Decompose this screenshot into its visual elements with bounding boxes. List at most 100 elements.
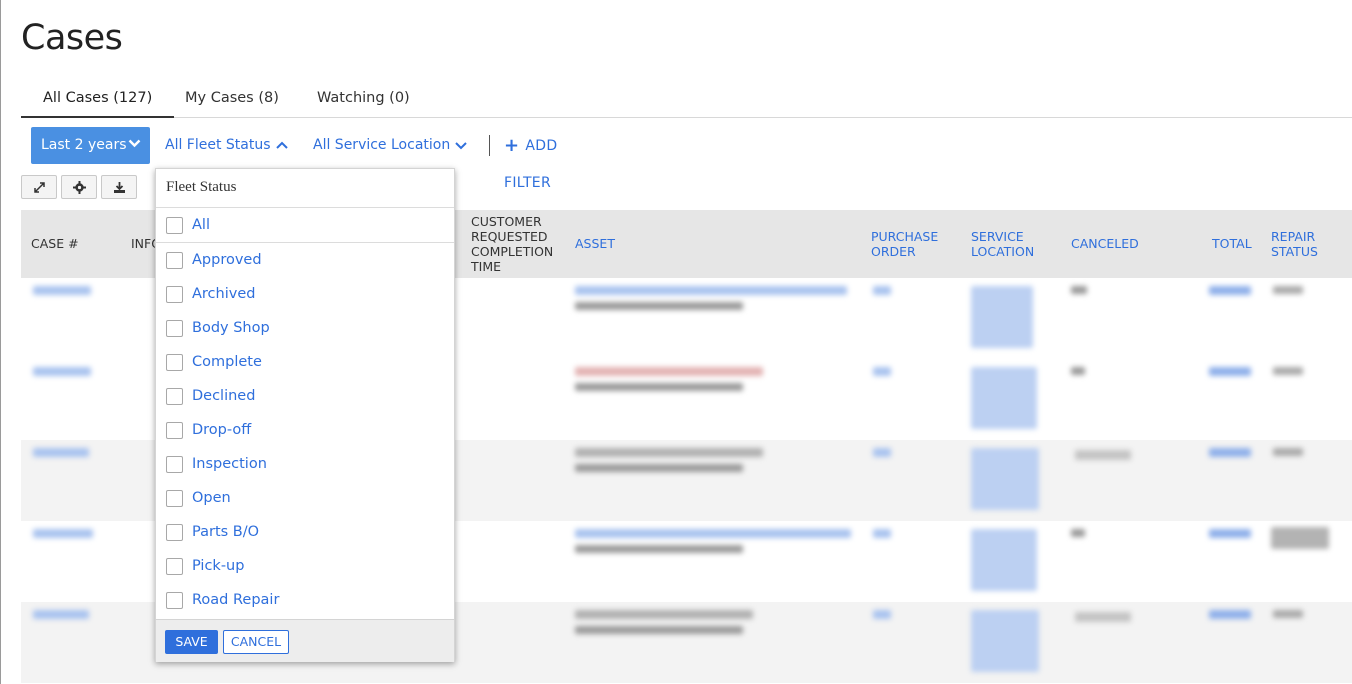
repair-status-value: [1273, 610, 1303, 618]
fleet-status-option[interactable]: Open: [166, 488, 436, 510]
option-label: All: [192, 217, 210, 233]
total-value: [1209, 286, 1251, 295]
checkbox[interactable]: [166, 217, 183, 234]
checkbox[interactable]: [166, 524, 183, 541]
column-header-repair-status[interactable]: REPAIR STATUS: [1271, 229, 1341, 259]
checkbox[interactable]: [166, 320, 183, 337]
option-label: Open: [192, 490, 231, 506]
fleet-status-option[interactable]: Body Shop: [166, 318, 436, 340]
column-header-customer-requested-completion-time[interactable]: CUSTOMER REQUESTED COMPLETION TIME: [471, 214, 561, 274]
checkbox[interactable]: [166, 422, 183, 439]
case-number-link[interactable]: [33, 529, 93, 538]
canceled-value: [1071, 529, 1085, 537]
add-filter-button[interactable]: + ADD FILTER: [504, 127, 557, 191]
dropdown-divider: [156, 242, 454, 243]
tab-watching[interactable]: Watching (0): [295, 84, 432, 118]
service-location-link[interactable]: [971, 286, 1033, 348]
fleet-status-option[interactable]: Archived: [166, 284, 436, 306]
purchase-order-link[interactable]: [873, 448, 891, 457]
save-button[interactable]: SAVE: [165, 630, 218, 654]
column-header-purchase-order[interactable]: PURCHASE ORDER: [871, 229, 951, 259]
expand-button[interactable]: [21, 175, 57, 199]
checkbox[interactable]: [166, 354, 183, 371]
repair-status-value: [1273, 367, 1303, 375]
asset-link[interactable]: [575, 529, 851, 538]
asset-link[interactable]: [575, 448, 763, 457]
service-location-link[interactable]: [971, 448, 1039, 510]
repair-status-value: [1271, 527, 1329, 549]
tab-all-cases[interactable]: All Cases (127): [21, 84, 175, 118]
service-location-link[interactable]: [971, 367, 1037, 429]
asset-detail: [575, 626, 743, 634]
fleet-status-option[interactable]: Parts B/O: [166, 522, 436, 544]
checkbox[interactable]: [166, 252, 183, 269]
expand-icon: [34, 182, 45, 193]
column-header-service-location[interactable]: SERVICE LOCATION: [971, 229, 1051, 259]
checkbox[interactable]: [166, 558, 183, 575]
case-number-link[interactable]: [33, 367, 91, 376]
total-value: [1209, 610, 1251, 619]
case-tabs: All Cases (127) My Cases (8) Watching (0…: [21, 84, 1352, 118]
fleet-status-filter[interactable]: All Fleet Status: [165, 127, 295, 164]
chevron-down-icon: [128, 139, 141, 148]
column-header-asset[interactable]: ASSET: [575, 236, 615, 251]
column-header-canceled[interactable]: CANCELED: [1071, 236, 1139, 251]
checkbox[interactable]: [166, 456, 183, 473]
canceled-value: [1075, 450, 1131, 460]
fleet-status-option[interactable]: Declined: [166, 386, 436, 408]
download-button[interactable]: [101, 175, 137, 199]
option-label: Body Shop: [192, 320, 270, 336]
case-number-link[interactable]: [33, 610, 89, 619]
dropdown-title: Fleet Status: [166, 179, 237, 195]
canceled-value: [1075, 612, 1131, 622]
fleet-status-option[interactable]: Inspection: [166, 454, 436, 476]
fleet-status-option[interactable]: Road Repair: [166, 590, 436, 612]
fleet-status-option[interactable]: Approved: [166, 250, 436, 272]
page-title: Cases: [21, 18, 123, 58]
fleet-status-option-all[interactable]: All: [166, 215, 436, 237]
gear-icon: [73, 181, 86, 194]
option-label: Pick-up: [192, 558, 245, 574]
checkbox[interactable]: [166, 286, 183, 303]
column-header-total[interactable]: TOTAL: [1212, 236, 1252, 251]
service-location-link[interactable]: [971, 529, 1037, 591]
service-location-filter-label: All Service Location: [313, 137, 451, 153]
settings-button[interactable]: [61, 175, 97, 199]
checkbox[interactable]: [166, 592, 183, 609]
option-label: Declined: [192, 388, 256, 404]
purchase-order-link[interactable]: [873, 367, 891, 376]
case-number-link[interactable]: [33, 286, 91, 295]
fleet-status-option[interactable]: Drop-off: [166, 420, 436, 442]
chevron-up-icon: [276, 141, 288, 149]
cancel-button[interactable]: CANCEL: [223, 630, 289, 654]
purchase-order-link[interactable]: [873, 286, 891, 295]
asset-link[interactable]: [575, 610, 753, 619]
total-value: [1209, 448, 1251, 457]
fleet-status-option[interactable]: Complete: [166, 352, 436, 374]
asset-link[interactable]: [575, 367, 763, 376]
option-label: Archived: [192, 286, 256, 302]
chevron-down-icon: [455, 142, 467, 150]
dropdown-footer: SAVE CANCEL: [156, 619, 454, 662]
option-label: Drop-off: [192, 422, 252, 438]
asset-detail: [575, 545, 743, 553]
asset-detail: [575, 302, 743, 310]
case-number-link[interactable]: [33, 448, 89, 457]
purchase-order-link[interactable]: [873, 610, 891, 619]
filter-divider: [489, 135, 490, 156]
total-value: [1209, 367, 1251, 376]
checkbox[interactable]: [166, 490, 183, 507]
checkbox[interactable]: [166, 388, 183, 405]
service-location-filter[interactable]: All Service Location: [313, 127, 473, 164]
purchase-order-link[interactable]: [873, 529, 891, 538]
service-location-link[interactable]: [971, 610, 1039, 672]
repair-status-value: [1273, 448, 1303, 456]
repair-status-value: [1273, 286, 1303, 294]
date-range-label: Last 2 years: [41, 137, 127, 153]
fleet-status-option[interactable]: Pick-up: [166, 556, 436, 578]
column-header-case-number[interactable]: CASE #: [31, 236, 79, 251]
option-label: Inspection: [192, 456, 267, 472]
asset-link[interactable]: [575, 286, 847, 295]
tab-my-cases[interactable]: My Cases (8): [163, 84, 301, 118]
date-range-button[interactable]: Last 2 years: [31, 127, 150, 164]
